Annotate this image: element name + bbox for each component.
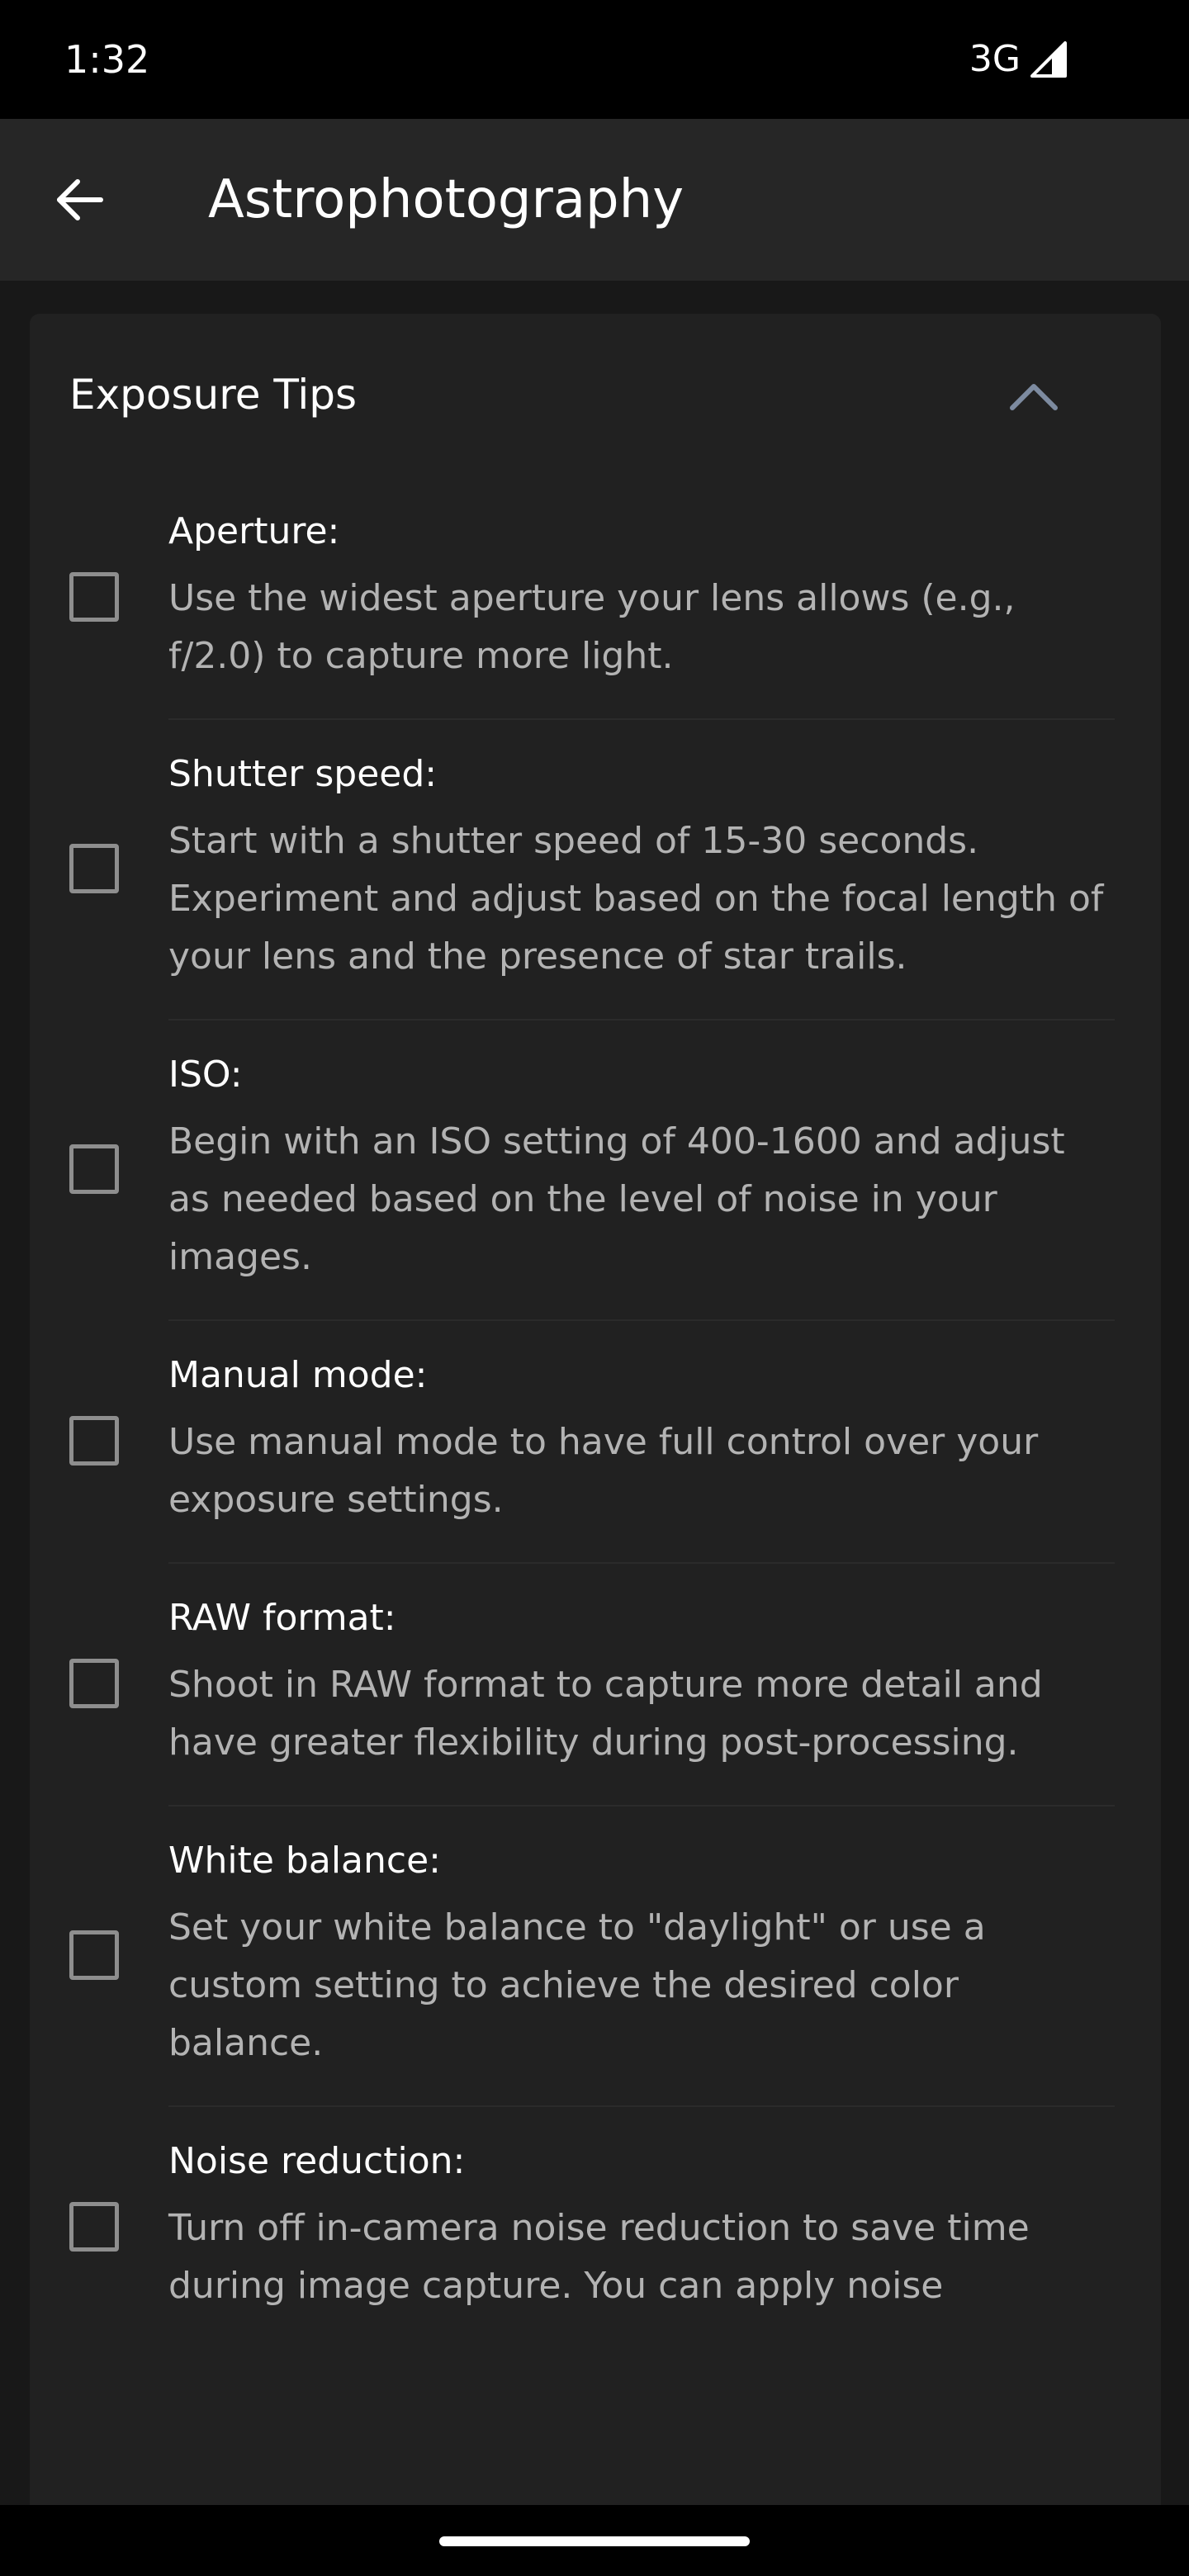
tip-item-raw-format[interactable]: RAW format: Shoot in RAW format to captu… bbox=[30, 1562, 1161, 1805]
tip-item-aperture[interactable]: Aperture: Use the widest aperture your l… bbox=[30, 476, 1161, 718]
collapse-button[interactable] bbox=[1001, 363, 1067, 429]
tip-description: Begin with an ISO setting of 400-1600 an… bbox=[168, 1120, 1065, 1278]
checkbox[interactable] bbox=[69, 1930, 119, 1980]
tip-description: Turn off in-camera noise reduction to sa… bbox=[168, 2207, 1030, 2307]
tip-description: Use manual mode to have full control ove… bbox=[168, 1421, 1039, 1521]
tip-item-white-balance[interactable]: White balance: Set your white balance to… bbox=[30, 1805, 1161, 2105]
navigation-bar bbox=[0, 2505, 1189, 2576]
tip-description: Set your white balance to "daylight" or … bbox=[168, 1906, 986, 2064]
checkbox[interactable] bbox=[69, 1144, 119, 1194]
checkbox[interactable] bbox=[69, 572, 119, 622]
status-time: 1:32 bbox=[64, 37, 150, 82]
card-header[interactable]: Exposure Tips bbox=[30, 314, 1161, 476]
tip-description: Use the widest aperture your lens allows… bbox=[168, 577, 1016, 677]
status-bar: 1:32 3G bbox=[0, 0, 1189, 119]
network-type: 3G bbox=[969, 38, 1021, 80]
page-title: Astrophotography bbox=[208, 169, 685, 230]
tip-item-manual-mode[interactable]: Manual mode: Use manual mode to have ful… bbox=[30, 1319, 1161, 1562]
tip-title: RAW format: bbox=[168, 1597, 396, 1639]
tip-list: Aperture: Use the widest aperture your l… bbox=[30, 476, 1161, 2348]
app-bar: Astrophotography bbox=[0, 119, 1189, 281]
tip-title: Aperture: bbox=[168, 510, 340, 552]
tip-item-iso[interactable]: ISO: Begin with an ISO setting of 400-16… bbox=[30, 1019, 1161, 1319]
back-button[interactable] bbox=[40, 160, 119, 239]
tip-item-noise-reduction[interactable]: Noise reduction: Turn off in-camera nois… bbox=[30, 2105, 1161, 2348]
exposure-tips-card: Exposure Tips Aperture: Use the widest a… bbox=[30, 314, 1161, 2505]
chevron-up-icon bbox=[1010, 384, 1058, 410]
checkbox[interactable] bbox=[69, 844, 119, 893]
checkbox[interactable] bbox=[69, 1416, 119, 1466]
tip-title: ISO: bbox=[168, 1054, 243, 1096]
status-indicators: 3G bbox=[969, 36, 1067, 83]
checkbox[interactable] bbox=[69, 1659, 119, 1708]
tip-title: Shutter speed: bbox=[168, 753, 438, 795]
tip-title: Manual mode: bbox=[168, 1354, 428, 1396]
signal-icon bbox=[1030, 41, 1067, 78]
tip-title: White balance: bbox=[168, 1840, 441, 1882]
tip-title: Noise reduction: bbox=[168, 2140, 466, 2182]
tip-description: Start with a shutter speed of 15-30 seco… bbox=[168, 820, 1104, 978]
checkbox[interactable] bbox=[69, 2202, 119, 2252]
tip-item-shutter-speed[interactable]: Shutter speed: Start with a shutter spee… bbox=[30, 718, 1161, 1019]
tip-description: Shoot in RAW format to capture more deta… bbox=[168, 1664, 1043, 1764]
content-area: Exposure Tips Aperture: Use the widest a… bbox=[0, 281, 1189, 2505]
arrow-left-icon bbox=[57, 179, 103, 220]
home-gesture-handle[interactable] bbox=[439, 2536, 750, 2546]
card-title: Exposure Tips bbox=[69, 371, 358, 419]
